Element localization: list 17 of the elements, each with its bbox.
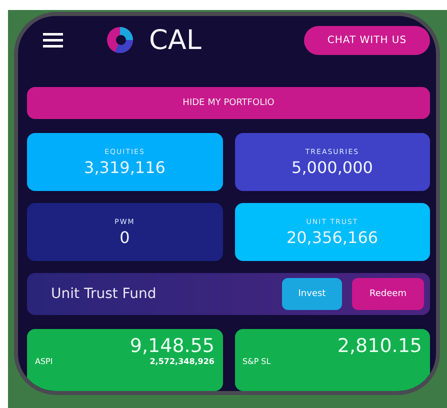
brand-name: CAL: [149, 24, 202, 56]
index-volume: 2,572,348,926: [150, 357, 214, 366]
invest-button[interactable]: Invest: [282, 278, 342, 310]
index-value: 2,810.15: [337, 335, 422, 357]
chat-button[interactable]: CHAT WITH US: [304, 26, 430, 54]
index-name: ASPI: [35, 357, 53, 366]
index-value: 9,148.55: [130, 335, 214, 357]
menu-icon[interactable]: [43, 32, 63, 48]
redeem-button[interactable]: Redeem: [352, 278, 424, 310]
hide-portfolio-button[interactable]: HIDE MY PORTFOLIO: [27, 87, 430, 120]
index-name: S&P SL: [242, 357, 271, 366]
holding-value: 0: [120, 228, 130, 247]
holding-value: 5,000,000: [292, 158, 373, 177]
holding-value: 20,356,166: [286, 228, 378, 247]
holding-value: 3,319,116: [84, 158, 166, 177]
fund-title: Unit Trust Fund: [51, 286, 156, 302]
logo-icon: [107, 27, 133, 53]
